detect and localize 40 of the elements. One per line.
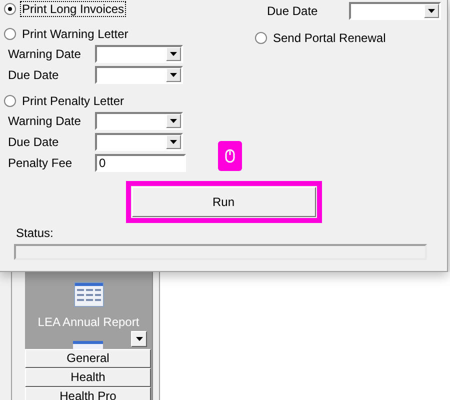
dropdown-button[interactable] <box>166 68 181 82</box>
caret-icon <box>170 119 177 123</box>
field-label: Warning Date <box>8 46 82 63</box>
date-dropdown[interactable] <box>95 112 183 130</box>
sidebar-button[interactable]: General <box>25 349 151 368</box>
caret-icon <box>170 140 177 144</box>
sidebar-button[interactable]: Health <box>25 368 151 387</box>
field-label: Warning Date <box>8 113 82 130</box>
radio-label[interactable]: Print Warning Letter <box>20 26 130 42</box>
field-label: Due Date <box>8 134 60 151</box>
mouse-icon <box>224 149 234 163</box>
radio-button[interactable] <box>4 28 16 40</box>
radio-label[interactable]: Print Penalty Letter <box>20 93 126 109</box>
date-dropdown[interactable] <box>95 66 183 84</box>
date-dropdown[interactable] <box>349 2 441 20</box>
radio-label[interactable]: Print Long Invoices <box>20 1 126 17</box>
field-label: Due Date <box>267 3 319 20</box>
radio-button[interactable] <box>4 95 16 107</box>
run-button[interactable]: Run <box>132 187 316 217</box>
penalty-fee-field[interactable]: 0 <box>95 154 186 172</box>
dropdown-button[interactable] <box>166 135 181 149</box>
dropdown-button[interactable] <box>131 331 147 347</box>
caret-icon <box>170 73 177 77</box>
dropdown-button[interactable] <box>424 4 439 18</box>
report-icon <box>73 341 103 349</box>
caret-icon <box>428 9 435 13</box>
field-label: Penalty Fee <box>8 155 74 172</box>
caret-icon <box>170 52 177 56</box>
dropdown-button[interactable] <box>166 114 181 128</box>
dropdown-button[interactable] <box>166 47 181 61</box>
radio-button[interactable] <box>4 3 16 15</box>
report-icon <box>74 282 104 307</box>
radio-button[interactable] <box>255 32 267 44</box>
sidebar-button[interactable]: Health Pro <box>25 387 151 400</box>
date-dropdown[interactable] <box>95 133 183 151</box>
status-label: Status: <box>16 226 54 240</box>
field-label: Due Date <box>8 67 60 84</box>
caret-icon <box>136 337 142 341</box>
date-dropdown[interactable] <box>95 45 183 63</box>
radio-label[interactable]: Send Portal Renewal <box>271 30 388 46</box>
